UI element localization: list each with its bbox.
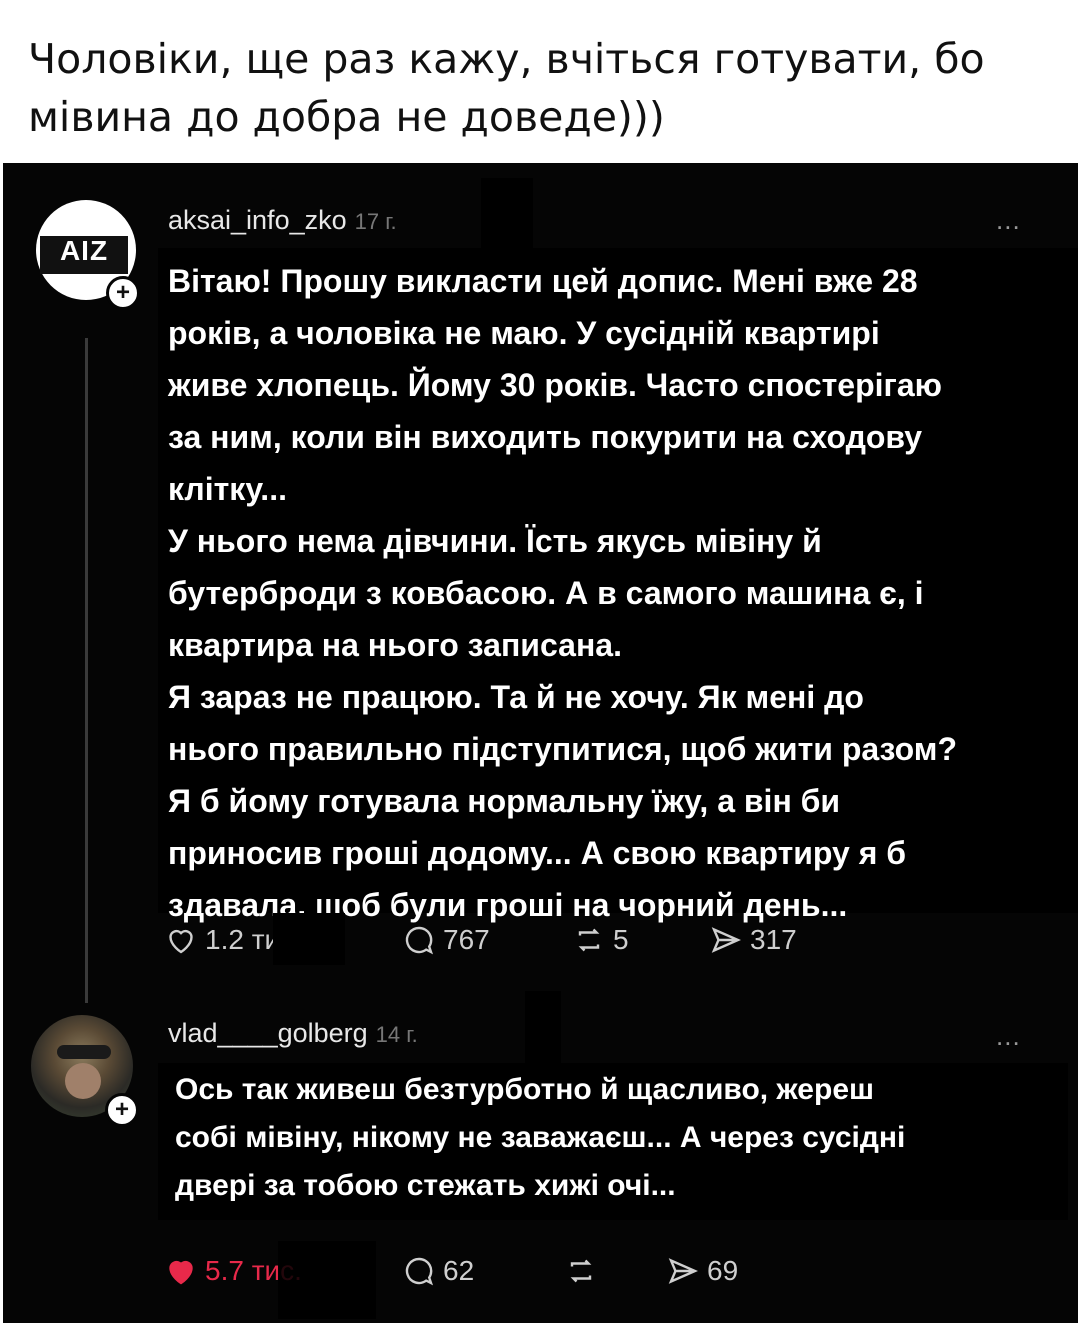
follow-plus-icon[interactable]: + [105,1093,139,1127]
post-actions: 1.2 тис. 767 5 317 [163,920,863,960]
more-options-icon[interactable]: ... [996,205,1021,236]
repost-button[interactable]: 5 [571,920,629,960]
username[interactable]: vlad____golberg [168,1018,368,1048]
comment-icon [405,926,434,955]
post-body: Ось так живеш безтурботно й щасливо, жер… [175,1066,905,1210]
post-actions: 5.7 тис. 62 69 [163,1251,863,1291]
share-count: 69 [707,1255,739,1286]
comment-button[interactable]: 767 [401,920,490,960]
share-icon [711,927,741,953]
post-line: собі мівіну, нікому не заважаєш... А чер… [175,1121,906,1154]
post-line: клітку... [168,471,287,507]
redaction-block [481,178,533,253]
share-button[interactable]: 69 [665,1251,738,1291]
screenshot: AIZ + aksai_info_zko 17 г. ... Вітаю! Про… [3,163,1078,1323]
username[interactable]: aksai_info_zko [168,205,347,235]
post-line: Я зараз не працюю. Та й не хочу. Як мені… [168,679,864,715]
avatar[interactable]: AIZ + [36,200,140,310]
heart-filled-icon [169,1260,193,1285]
post-line: Ось так живеш безтурботно й щасливо, жер… [175,1073,875,1106]
caption-line: Чоловіки, ще раз кажу, вчіться готувати,… [28,35,985,83]
post-line: У нього нема дівчини. Їсть якусь мівіну … [168,523,822,559]
post-header: vlad____golberg 14 г. [168,1018,418,1049]
share-button[interactable]: 317 [708,920,797,960]
post-time: 14 г. [375,1022,418,1047]
avatar-face [65,1063,101,1099]
post-line: за ним, коли він виходить покурити на сх… [168,419,923,455]
heart-icon [169,929,193,954]
repost-count: 5 [613,924,629,955]
post-line: Я б йому готувала нормальну їжу, а він б… [168,783,841,819]
post-line: квартира на нього записана. [168,627,622,663]
post-header: aksai_info_zko 17 г. [168,205,397,236]
avatar-logo-strip [40,266,128,274]
avatar-logo: AIZ [40,236,128,266]
post-line: бутерброди з ковбасою. А в самого машина… [168,575,924,611]
caption: Чоловіки, ще раз кажу, вчіться готувати,… [28,30,1048,146]
post-line: нього правильно підступитися, щоб жити р… [168,731,957,767]
caption-line: мівина до добра не доведе))) [28,93,665,141]
redaction-block [273,913,345,965]
comment-count: 767 [443,924,490,955]
redaction-block [278,1241,376,1319]
post-time: 17 г. [354,209,397,234]
repost-button[interactable] [563,1251,605,1291]
share-icon [668,1258,698,1284]
repost-icon [578,928,600,952]
thread-line [85,338,88,1003]
post-line: приносив гроші додому... А свою квартиру… [168,835,907,871]
follow-plus-icon[interactable]: + [106,276,140,310]
comment-button[interactable]: 62 [401,1251,474,1291]
more-options-icon[interactable]: ... [996,1021,1021,1052]
post-line: живе хлопець. Йому 30 років. Часто спост… [168,367,942,403]
post-line: Вітаю! Прошу викласти цей допис. Мені вж… [168,263,918,299]
post-line: років, а чоловіка не маю. У сусідній ква… [168,315,880,351]
repost-icon [570,1259,592,1283]
avatar-glasses [57,1045,111,1059]
post-body: Вітаю! Прошу викласти цей допис. Мені вж… [168,255,957,931]
comment-count: 62 [443,1255,475,1286]
comment-icon [405,1257,434,1286]
post-line: двері за тобою стежать хижі очі... [175,1169,676,1202]
share-count: 317 [750,924,797,955]
avatar[interactable]: + [31,1015,139,1127]
redaction-block [525,991,561,1063]
